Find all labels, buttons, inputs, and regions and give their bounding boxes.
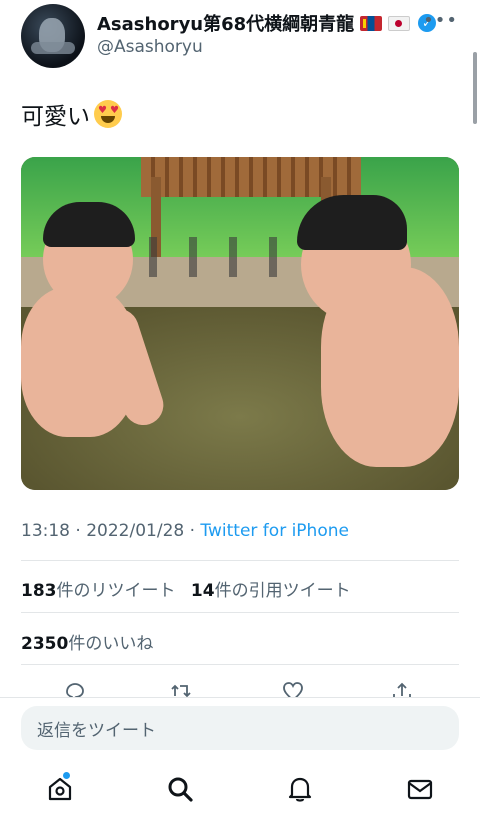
tweet-meta: 13:18 · 2022/01/28 · Twitter for iPhone [21,521,349,541]
quotes-link[interactable]: 14件の引用ツイート [191,581,351,601]
likes-link[interactable]: 2350件のいいね [21,634,153,654]
retweets-link[interactable]: 183件のリツイート [21,581,176,601]
likes-stats-row: 2350件のいいね [21,629,153,654]
reply-input[interactable]: 返信をツイート [21,706,459,750]
tab-search[interactable] [165,774,195,804]
tweet-header: Asashoryu第68代横綱朝青龍 ✓ @Asashoryu ••• [0,0,480,80]
tweet-photo[interactable] [21,157,459,490]
mongolia-flag-icon [360,15,383,31]
notifications-icon [288,777,312,802]
reply-icon[interactable] [64,682,86,698]
tweet-source-link[interactable]: Twitter for iPhone [200,521,349,541]
tweet-body: 可愛い [21,104,90,130]
quotes-count: 14 [190,581,215,601]
avatar-figure-base [31,42,75,54]
likes-label: 件のいいね [68,634,154,654]
divider [21,560,459,561]
retweets-count: 183 [21,581,57,601]
avatar[interactable] [21,4,85,68]
like-icon[interactable] [282,682,304,698]
heart-eye-icon: ♥ [98,105,107,116]
retweets-label: 件のリツイート [56,581,176,601]
tab-notifications[interactable] [285,774,315,804]
user-handle[interactable]: @Asashoryu [97,37,203,57]
display-name[interactable]: Asashoryu第68代横綱朝青龍 [97,10,354,36]
retweet-stats-row: 183件のリツイート 14件の引用ツイート [21,576,351,601]
tweet-text: 可愛い ♥ ♥ [21,97,122,131]
messages-icon [407,779,433,800]
scroll-indicator[interactable] [473,52,477,124]
tweet-time: 13:18 [21,521,70,541]
tab-messages[interactable] [405,774,435,804]
reply-bar: 返信をツイート [0,697,480,824]
photo-right-child-arm [336,307,370,407]
heart-eyes-emoji-icon: ♥ ♥ [94,100,122,128]
likes-count: 2350 [21,634,69,654]
retweet-icon[interactable] [170,682,192,698]
name-row: Asashoryu第68代横綱朝青龍 ✓ [97,10,437,36]
share-icon[interactable] [391,682,413,698]
tweet-actions [0,676,480,698]
home-icon [48,777,72,801]
tweet-date: 2022/01/28 [86,521,185,541]
heart-eye-icon: ♥ [110,105,119,116]
meta-separator: · [184,521,201,541]
japan-flag-icon [388,15,411,31]
more-options-icon[interactable]: ••• [423,10,458,31]
search-icon [168,777,193,802]
meta-separator: · [70,521,87,541]
quotes-label: 件の引用ツイート [214,581,351,601]
tab-home[interactable] [45,772,75,804]
emoji-mouth [101,116,115,123]
divider [21,612,459,613]
notification-dot-icon [63,772,70,779]
divider [21,664,459,665]
